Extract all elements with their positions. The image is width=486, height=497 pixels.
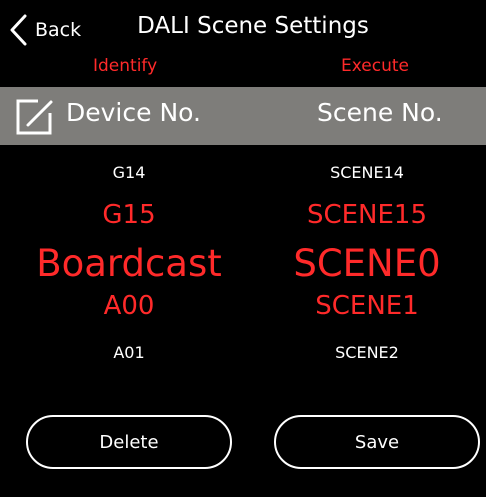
scene-list-item[interactable]: SCENE1: [248, 291, 486, 321]
delete-button[interactable]: Delete: [26, 415, 232, 469]
scene-list-item-selected[interactable]: SCENE0: [248, 242, 486, 285]
device-list-item-selected[interactable]: Boardcast: [0, 242, 258, 285]
scene-list-item[interactable]: SCENE15: [248, 200, 486, 230]
device-list-item[interactable]: G15: [0, 200, 258, 230]
page-title: DALI Scene Settings: [137, 13, 369, 39]
device-no-column-header: Device No.: [66, 98, 201, 127]
execute-button[interactable]: Execute: [341, 56, 409, 76]
device-list-item[interactable]: A00: [0, 291, 258, 321]
scene-no-column-header: Scene No.: [317, 98, 443, 127]
scene-list-item[interactable]: SCENE2: [248, 343, 486, 362]
identify-button[interactable]: Identify: [93, 56, 157, 76]
device-list-item[interactable]: G14: [0, 163, 258, 182]
edit-icon[interactable]: [14, 97, 54, 137]
device-list-item[interactable]: A01: [0, 343, 258, 362]
scene-list-item[interactable]: SCENE14: [248, 163, 486, 182]
save-button[interactable]: Save: [274, 415, 480, 469]
